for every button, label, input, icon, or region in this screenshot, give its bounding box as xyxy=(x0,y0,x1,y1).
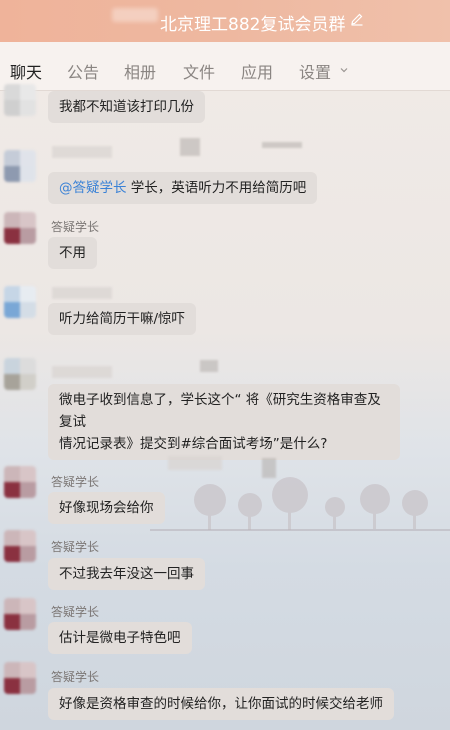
avatar[interactable] xyxy=(4,358,36,390)
tab-announcement[interactable]: 公告 xyxy=(67,59,99,83)
blurred-sender-name xyxy=(52,366,112,378)
tab-bar: 聊天 公告 相册 文件 应用 设置 xyxy=(0,42,450,91)
sender-name: 答疑学长 xyxy=(51,540,100,554)
message-text: 不过我去年没这一回事 xyxy=(59,566,194,582)
avatar[interactable] xyxy=(4,662,36,694)
message-text: 学长，英语听力不用给简历吧 xyxy=(126,180,307,196)
sender-name: 答疑学长 xyxy=(51,670,100,684)
avatar[interactable] xyxy=(4,286,36,318)
message-bubble[interactable]: 微电子收到信息了，学长这个“ 将《研究生资格审查及复试 情况记录表》提交到#综合… xyxy=(48,384,400,460)
blurred-group-avatar xyxy=(112,8,158,22)
message-bubble[interactable]: 好像是资格审查的时候给你，让你面试的时候交给老师 xyxy=(48,688,394,720)
message-text: 不用 xyxy=(59,245,86,261)
message-bubble[interactable]: 不用 xyxy=(48,237,97,269)
avatar[interactable] xyxy=(4,466,36,498)
chevron-down-icon[interactable] xyxy=(340,66,348,74)
edit-icon[interactable] xyxy=(350,12,364,26)
group-title: 北京理工882复试会员群 xyxy=(160,15,346,35)
message-bubble[interactable]: 我都不知道该打印几份 xyxy=(48,91,205,123)
avatar[interactable] xyxy=(4,84,36,116)
avatar[interactable] xyxy=(4,212,36,244)
message-bubble[interactable]: 听力给简历干嘛/惊吓 xyxy=(48,303,197,335)
message-text: 好像现场会给你 xyxy=(59,500,154,516)
sender-name: 答疑学长 xyxy=(51,605,100,619)
message-bubble[interactable]: 好像现场会给你 xyxy=(48,492,165,524)
message-text: 估计是微电子特色吧 xyxy=(59,630,181,646)
message-text-line: 微电子收到信息了，学长这个“ 将《研究生资格审查及复试 xyxy=(59,392,381,430)
blurred-image xyxy=(168,456,222,470)
blurred-sender-name xyxy=(52,146,112,158)
avatar[interactable] xyxy=(4,530,36,562)
message-bubble[interactable]: 估计是微电子特色吧 xyxy=(48,622,192,654)
message-text: 我都不知道该打印几份 xyxy=(59,99,194,115)
message-text: 听力给简历干嘛/惊吓 xyxy=(59,311,186,327)
tab-album[interactable]: 相册 xyxy=(124,59,156,83)
blurred-sender-name xyxy=(52,287,112,299)
blurred-image xyxy=(200,360,218,372)
blurred-image xyxy=(180,138,200,156)
tab-apps[interactable]: 应用 xyxy=(241,59,273,83)
mention-link[interactable]: @答疑学长 xyxy=(59,180,127,196)
sender-name: 答疑学长 xyxy=(51,475,100,489)
avatar[interactable] xyxy=(4,150,36,182)
message-bubble[interactable]: @答疑学长 学长，英语听力不用给简历吧 xyxy=(48,172,318,204)
tab-settings[interactable]: 设置 xyxy=(299,59,331,83)
message-text-line: 情况记录表》提交到#综合面试考场”是什么? xyxy=(59,436,328,452)
blurred-image xyxy=(262,458,276,478)
message-bubble[interactable]: 不过我去年没这一回事 xyxy=(48,558,205,590)
tab-files[interactable]: 文件 xyxy=(183,59,215,83)
sender-name: 答疑学长 xyxy=(51,220,100,234)
avatar[interactable] xyxy=(4,598,36,630)
title-bar: 北京理工882复试会员群 xyxy=(0,0,450,42)
blurred-image xyxy=(262,142,302,148)
tab-chat[interactable]: 聊天 xyxy=(10,59,42,83)
message-text: 好像是资格审查的时候给你，让你面试的时候交给老师 xyxy=(59,696,383,712)
